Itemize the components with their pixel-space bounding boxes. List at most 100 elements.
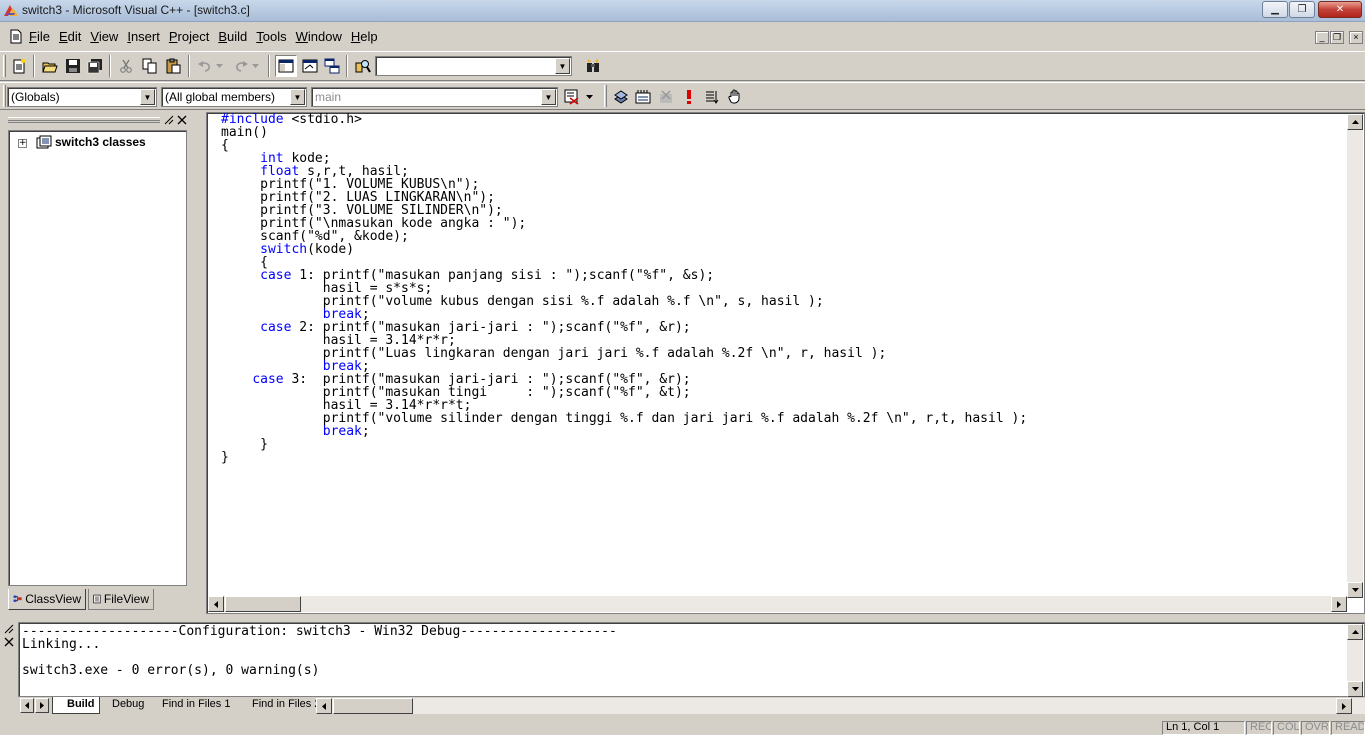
tree-expand-icon[interactable]: +: [18, 139, 27, 148]
class-combo[interactable]: (Globals) ▼: [7, 87, 157, 107]
menu-file[interactable]: File: [29, 29, 55, 44]
members-combo-value: main: [315, 90, 342, 104]
compile-icon[interactable]: [610, 86, 632, 108]
scroll-up-arrow-icon[interactable]: [1347, 114, 1363, 130]
workspace-close-icon[interactable]: [175, 114, 188, 126]
scroll-up-arrow-icon[interactable]: [1347, 624, 1363, 640]
chevron-down-icon[interactable]: ▼: [290, 89, 305, 105]
new-text-file-icon[interactable]: [8, 55, 30, 77]
menu-help[interactable]: Help: [351, 29, 383, 44]
scroll-right-arrow-icon[interactable]: [1331, 596, 1347, 612]
output-window[interactable]: --------------------Configuration: switc…: [18, 622, 1365, 697]
window-list-icon[interactable]: [321, 55, 343, 77]
tree-root-label[interactable]: switch3 classes: [55, 135, 146, 149]
class-tree[interactable]: + switch3 classes: [8, 130, 187, 586]
filter-combo[interactable]: (All global members) ▼: [161, 87, 307, 107]
scroll-down-arrow-icon[interactable]: [1347, 582, 1363, 598]
menu-project[interactable]: Project: [169, 29, 214, 44]
go-debug-icon[interactable]: [701, 86, 723, 108]
output-restore-icon[interactable]: [3, 624, 15, 636]
output-horizontal-scroll-thumb[interactable]: [333, 698, 413, 714]
tab-debug[interactable]: Debug: [98, 697, 155, 714]
members-combo[interactable]: main ▼: [311, 87, 558, 107]
toolbar-grip[interactable]: [604, 85, 607, 107]
wizard-action-chevron-icon[interactable]: [582, 86, 596, 108]
open-folder-icon[interactable]: [39, 55, 61, 77]
scroll-left-arrow-icon[interactable]: [316, 698, 332, 714]
maximize-button[interactable]: ❐: [1289, 1, 1315, 18]
close-button[interactable]: ✕: [1318, 1, 1362, 18]
workspace-grip[interactable]: [8, 117, 160, 123]
workspace-toggle-icon[interactable]: [275, 55, 297, 77]
undo-dropdown-chevron-icon[interactable]: [213, 55, 225, 77]
cut-scissors-icon[interactable]: [115, 55, 137, 77]
tab-build[interactable]: Build: [52, 697, 100, 714]
menu-insert[interactable]: Insert: [127, 29, 165, 44]
code-line[interactable]: }: [221, 438, 1027, 451]
save-all-icon[interactable]: [84, 55, 106, 77]
menu-window[interactable]: Window: [296, 29, 347, 44]
scroll-down-arrow-icon[interactable]: [1347, 681, 1363, 697]
find-in-files-icon[interactable]: [352, 55, 374, 77]
code-token: }: [221, 450, 229, 465]
output-vertical-scrollbar[interactable]: [1347, 624, 1363, 697]
find-binoculars-icon[interactable]: [582, 55, 604, 77]
mdi-minimize-button[interactable]: _: [1315, 31, 1329, 44]
workspace-restore-icon[interactable]: [162, 114, 175, 126]
code-line[interactable]: main(): [221, 126, 1027, 139]
minimize-button[interactable]: ▁: [1262, 1, 1288, 18]
paste-clipboard-icon[interactable]: [162, 55, 184, 77]
redo-dropdown-chevron-icon[interactable]: [249, 55, 261, 77]
mdi-close-button[interactable]: ×: [1349, 31, 1363, 44]
source-code[interactable]: #include <stdio.h> main(){ int kode; floa…: [221, 113, 1027, 464]
menu-build[interactable]: Build: [218, 29, 252, 44]
output-line: Linking...: [22, 637, 101, 652]
code-line[interactable]: }: [221, 451, 1027, 464]
document-icon[interactable]: [9, 29, 23, 44]
tab-classview[interactable]: ClassView: [8, 589, 86, 610]
find-combo[interactable]: ▼: [375, 56, 572, 76]
class-combo-value: (Globals): [11, 90, 60, 104]
toolbar-separator: [188, 55, 190, 77]
toolbar-grip[interactable]: [3, 55, 6, 77]
chevron-down-icon[interactable]: ▼: [541, 89, 556, 105]
chevron-down-icon[interactable]: ▼: [555, 58, 570, 74]
stop-build-icon[interactable]: [655, 86, 677, 108]
toolbar-grip[interactable]: [3, 85, 6, 107]
code-line[interactable]: break;: [221, 425, 1027, 438]
output-window-icon[interactable]: [299, 55, 321, 77]
tab-scroll-left-icon[interactable]: [20, 698, 34, 713]
breakpoint-hand-icon[interactable]: [724, 86, 746, 108]
scroll-left-arrow-icon[interactable]: [208, 596, 224, 612]
tab-fileview[interactable]: FileView: [88, 589, 154, 610]
chevron-down-icon[interactable]: ▼: [140, 89, 155, 105]
title-bar[interactable]: switch3 - Microsoft Visual C++ - [switch…: [0, 0, 1365, 22]
horizontal-scrollbar[interactable]: [208, 596, 1347, 612]
build-output-text[interactable]: --------------------Configuration: switc…: [22, 625, 617, 677]
copy-icon[interactable]: [139, 55, 161, 77]
code-editor[interactable]: #include <stdio.h> main(){ int kode; floa…: [206, 112, 1365, 614]
tab-scroll-right-icon[interactable]: [35, 698, 49, 713]
output-close-icon[interactable]: [3, 637, 15, 649]
scroll-right-arrow-icon[interactable]: [1336, 698, 1352, 714]
code-line[interactable]: switch(kode): [221, 243, 1027, 256]
save-disk-icon[interactable]: [62, 55, 84, 77]
menu-tools[interactable]: Tools: [256, 29, 291, 44]
horizontal-scroll-thumb[interactable]: [225, 596, 301, 612]
tab-find-in-files-1[interactable]: Find in Files 1: [148, 697, 240, 714]
wizard-action-icon[interactable]: [561, 86, 583, 108]
menu-edit[interactable]: Edit: [59, 29, 86, 44]
mdi-restore-button[interactable]: ❐: [1330, 31, 1344, 44]
output-horizontal-scrollbar[interactable]: [316, 698, 1365, 714]
code-line[interactable]: #include <stdio.h>: [221, 113, 1027, 126]
code-line[interactable]: {: [221, 139, 1027, 152]
tab-find-in-files-2[interactable]: Find in Files 2: [238, 697, 316, 714]
execute-exclamation-icon[interactable]: [678, 86, 700, 108]
build-icon[interactable]: [632, 86, 654, 108]
menu-view[interactable]: View: [90, 29, 123, 44]
vertical-scrollbar[interactable]: [1347, 114, 1363, 598]
visual-cpp-app-icon[interactable]: [3, 3, 19, 19]
wizard-bar: (Globals) ▼ (All global members) ▼ main …: [0, 82, 1365, 110]
toolbar-separator: [346, 55, 348, 77]
editor-gutter[interactable]: [208, 114, 218, 598]
